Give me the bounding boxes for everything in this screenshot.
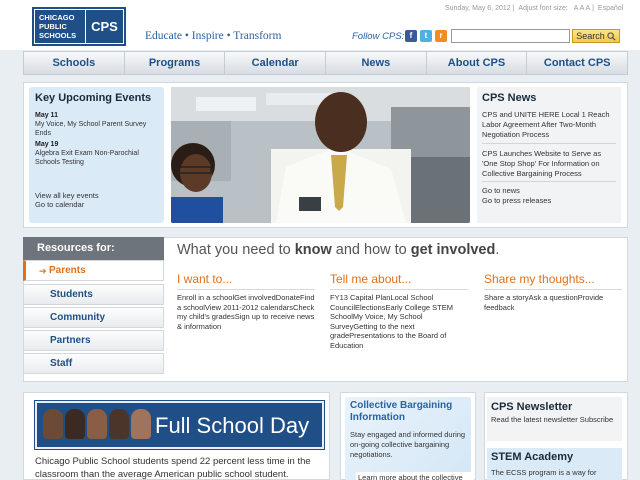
resource-label: Students	[50, 289, 93, 300]
twitter-icon[interactable]: t	[420, 30, 432, 42]
search-input[interactable]	[451, 29, 570, 43]
nav-calendar[interactable]: Calendar	[225, 52, 327, 74]
current-date: Sunday, May 6, 2012	[445, 5, 511, 12]
column-divider	[177, 289, 315, 290]
events-title: Key Upcoming Events	[35, 92, 152, 104]
involved-word: get involved	[410, 242, 496, 258]
full-school-day-text: Chicago Public School students spend 22 …	[35, 456, 311, 480]
stem-academy-title[interactable]: STEM Academy	[491, 451, 573, 463]
tagline: Educate • Inspire • Transform	[145, 30, 282, 42]
full-school-day-banner[interactable]: Full School Day	[34, 400, 325, 450]
resource-partners[interactable]: Partners	[23, 330, 164, 351]
collective-learn-more-link[interactable]: Learn more about the collective	[356, 472, 474, 480]
facebook-icon[interactable]: f	[405, 30, 417, 42]
newsletter-title: CPS Newsletter	[491, 401, 573, 413]
resource-community[interactable]: Community	[23, 307, 164, 328]
logo-cps: CPS	[86, 9, 124, 44]
i-want-to-links[interactable]: Enroll in a schoolGet involvedDonateFind…	[177, 293, 315, 331]
student-photo	[65, 409, 85, 439]
collective-bargaining-title[interactable]: Collective Bargaining Information	[350, 400, 468, 424]
utility-bar: Sunday, May 6, 2012 | Adjust font size: A…	[445, 5, 624, 12]
follow-label: Follow CPS:	[352, 31, 405, 42]
student-photo	[43, 409, 63, 439]
student-photo	[109, 409, 129, 439]
collective-bargaining-text: Stay engaged and informed during on-goin…	[350, 430, 466, 459]
newsletter-links[interactable]: Read the latest newsletter Subscribe	[491, 415, 619, 425]
know-middle: and how to	[331, 242, 411, 258]
tell-me-about-title: Tell me about...	[330, 272, 412, 286]
cps-logo[interactable]: CHICAGO PUBLIC SCHOOLS CPS	[32, 7, 126, 46]
font-size-label: Adjust font size:	[518, 5, 568, 12]
column-divider	[330, 289, 468, 290]
classroom-photo	[171, 87, 470, 223]
column-divider	[484, 289, 622, 290]
main-nav: Schools Programs Calendar News About CPS…	[23, 51, 628, 75]
view-all-events-link[interactable]: View all key events	[35, 191, 99, 200]
nav-about[interactable]: About CPS	[427, 52, 528, 74]
event-link[interactable]: Algebra Exit Exam Non-Parochial Schools …	[35, 149, 160, 167]
know-heading: What you need to know and how to get inv…	[177, 242, 499, 258]
rss-icon[interactable]: r	[435, 30, 447, 42]
resource-label: Staff	[50, 358, 73, 369]
nav-programs[interactable]: Programs	[125, 52, 226, 74]
font-size-toggle[interactable]: A A A	[574, 5, 590, 12]
go-to-calendar-link[interactable]: Go to calendar	[35, 200, 84, 209]
know-suffix: .	[495, 242, 500, 258]
go-to-news-link[interactable]: Go to news	[482, 186, 520, 195]
resources-title: Resources for:	[23, 237, 164, 260]
search-button[interactable]: Search	[572, 29, 620, 43]
key-events-box: Key Upcoming Events May 11 My Voice, My …	[29, 87, 164, 223]
know-prefix: What you need to	[177, 242, 295, 258]
search-icon	[607, 31, 616, 41]
news-divider	[482, 143, 616, 144]
resource-students[interactable]: Students	[23, 284, 164, 305]
share-thoughts-links[interactable]: Share a storyAsk a questionProvide feedb…	[484, 293, 622, 312]
tell-me-about-links[interactable]: FY13 Capital PlanLocal School CouncilEle…	[330, 293, 468, 350]
espanol-link[interactable]: Español	[598, 5, 623, 12]
share-thoughts-title: Share my thoughts...	[484, 272, 595, 286]
student-photo	[131, 409, 151, 439]
news-divider	[482, 181, 616, 182]
event-link[interactable]: My Voice, My School Parent Survey Ends	[35, 120, 160, 138]
nav-schools[interactable]: Schools	[24, 52, 125, 74]
resource-label: Parents	[49, 265, 86, 276]
news-item-link[interactable]: CPS Launches Website to Serve as 'One St…	[482, 149, 616, 179]
nav-contact[interactable]: Contact CPS	[527, 52, 627, 74]
go-to-press-link[interactable]: Go to press releases	[482, 196, 551, 205]
event-date: May 19	[35, 141, 59, 148]
i-want-to-title: I want to...	[177, 272, 233, 286]
search-button-label: Search	[576, 31, 605, 41]
nav-news[interactable]: News	[326, 52, 427, 74]
resource-staff[interactable]: Staff	[23, 353, 164, 374]
event-date: May 11	[35, 112, 58, 119]
resource-label: Community	[50, 312, 105, 323]
news-item-link[interactable]: CPS and UNITE HERE Local 1 Reach Labor A…	[482, 110, 616, 140]
featured-photo[interactable]	[171, 87, 470, 223]
resource-label: Partners	[50, 335, 91, 346]
arrow-right-icon: ➔	[39, 266, 47, 276]
logo-text: CHICAGO PUBLIC SCHOOLS	[34, 9, 86, 44]
student-photo	[87, 409, 107, 439]
know-word: know	[294, 242, 332, 258]
news-title: CPS News	[482, 92, 537, 104]
stem-academy-text: The ECSS program is a way for	[491, 468, 597, 477]
cps-news-box: CPS News CPS and UNITE HERE Local 1 Reac…	[477, 87, 621, 223]
banner-title: Full School Day	[155, 413, 310, 438]
